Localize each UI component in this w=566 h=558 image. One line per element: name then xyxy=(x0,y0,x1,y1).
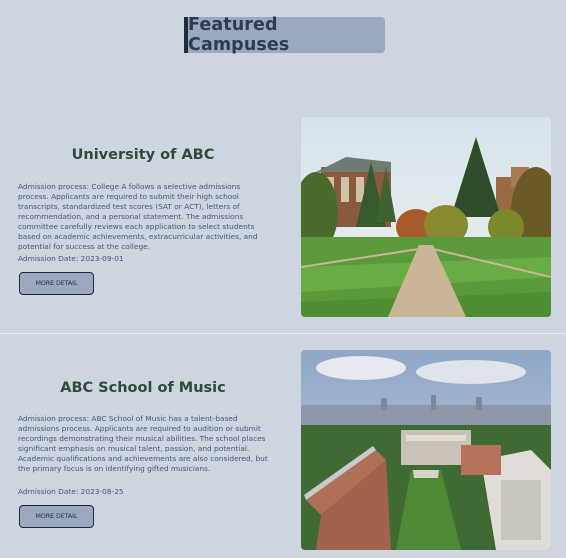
section-divider xyxy=(0,333,566,334)
campus-description: Admission process: ABC School of Music h… xyxy=(18,414,268,473)
campus-photo xyxy=(301,117,551,317)
campus-photo xyxy=(301,350,551,550)
admission-date: Admission Date: 2023-09-01 xyxy=(18,254,124,263)
campus-name: ABC School of Music xyxy=(60,380,226,396)
more-detail-button[interactable]: MORE DETAIL xyxy=(19,505,94,528)
page-title: Featured Campuses xyxy=(188,15,290,55)
featured-campuses-header: Featured Campuses xyxy=(184,15,385,55)
admission-date: Admission Date: 2023-08-25 xyxy=(18,487,124,496)
campus-name: University of ABC xyxy=(71,147,215,163)
campus-description: Admission process: College A follows a s… xyxy=(18,182,258,251)
more-detail-button[interactable]: MORE DETAIL xyxy=(19,272,94,295)
